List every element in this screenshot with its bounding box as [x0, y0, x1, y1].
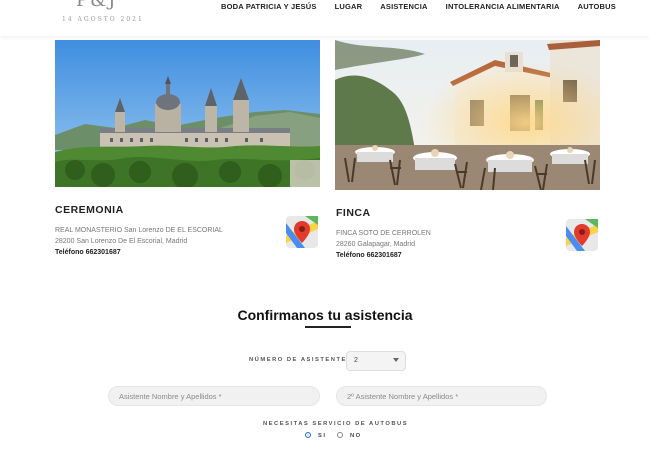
ceremony-title: CEREMONIA — [55, 204, 124, 216]
attendee2-name-input[interactable] — [336, 386, 547, 406]
nav-item-boda[interactable]: BODA PATRICIA Y JESÚS — [221, 2, 317, 11]
bus-no-radio[interactable] — [337, 432, 343, 438]
finca-address-line1: FINCA SOTO DE CERROLEN — [336, 230, 431, 237]
attendees-select-value: 2 — [354, 357, 358, 364]
ceremony-map-icon[interactable] — [285, 215, 319, 249]
ceremony-address-line2: 28200 San Lorenzo De El Escorial, Madrid — [55, 238, 188, 245]
ceremony-info: CEREMONIA REAL MONASTERIO San Lorenzo DE… — [55, 204, 223, 258]
bus-yes-label: SI — [318, 433, 327, 439]
ceremony-phone: Teléfono 662301687 — [55, 249, 121, 256]
bus-yes-radio[interactable] — [305, 432, 311, 438]
finca-address-line2: 28260 Galapagar, Madrid — [336, 241, 415, 248]
finca-map-icon[interactable] — [565, 218, 599, 252]
finca-info: FINCA FINCA SOTO DE CERROLEN 28260 Galap… — [336, 207, 431, 261]
nav-item-intolerancia[interactable]: INTOLERANCIA ALIMENTARIA — [446, 2, 560, 11]
site-header: P&J 14 AGOSTO 2021 BODA PATRICIA Y JESÚS… — [0, 0, 650, 36]
finca-photo — [335, 40, 600, 190]
nav-item-asistencia[interactable]: ASISTENCIA — [380, 2, 427, 11]
nav-item-lugar[interactable]: LUGAR — [335, 2, 363, 11]
attendees-select[interactable]: 2 — [346, 351, 406, 371]
finca-title: FINCA — [336, 207, 371, 219]
logo-date: 14 AGOSTO 2021 — [62, 16, 144, 23]
chevron-down-icon — [393, 358, 399, 362]
main-nav: BODA PATRICIA Y JESÚS LUGAR ASISTENCIA I… — [221, 2, 616, 11]
attendees-label: NÚMERO DE ASISTENTES — [249, 357, 353, 363]
logo-monogram: P&J — [76, 0, 118, 11]
rsvp-title-underline — [305, 326, 351, 328]
site-logo[interactable]: P&J 14 AGOSTO 2021 — [60, 0, 142, 30]
bus-no-label: NO — [350, 433, 362, 439]
bus-service-label: NECESITAS SERVICIO DE AUTOBUS — [263, 421, 409, 427]
attendee1-name-input[interactable] — [108, 386, 320, 406]
ceremony-photo — [55, 40, 320, 187]
nav-item-autobus[interactable]: AUTOBUS — [578, 2, 616, 11]
finca-phone: Teléfono 662301687 — [336, 252, 402, 259]
ceremony-address-line1: REAL MONASTERIO San Lorenzo DE EL ESCORI… — [55, 227, 223, 234]
rsvp-title: Confirmanos tu asistencia — [237, 307, 413, 323]
